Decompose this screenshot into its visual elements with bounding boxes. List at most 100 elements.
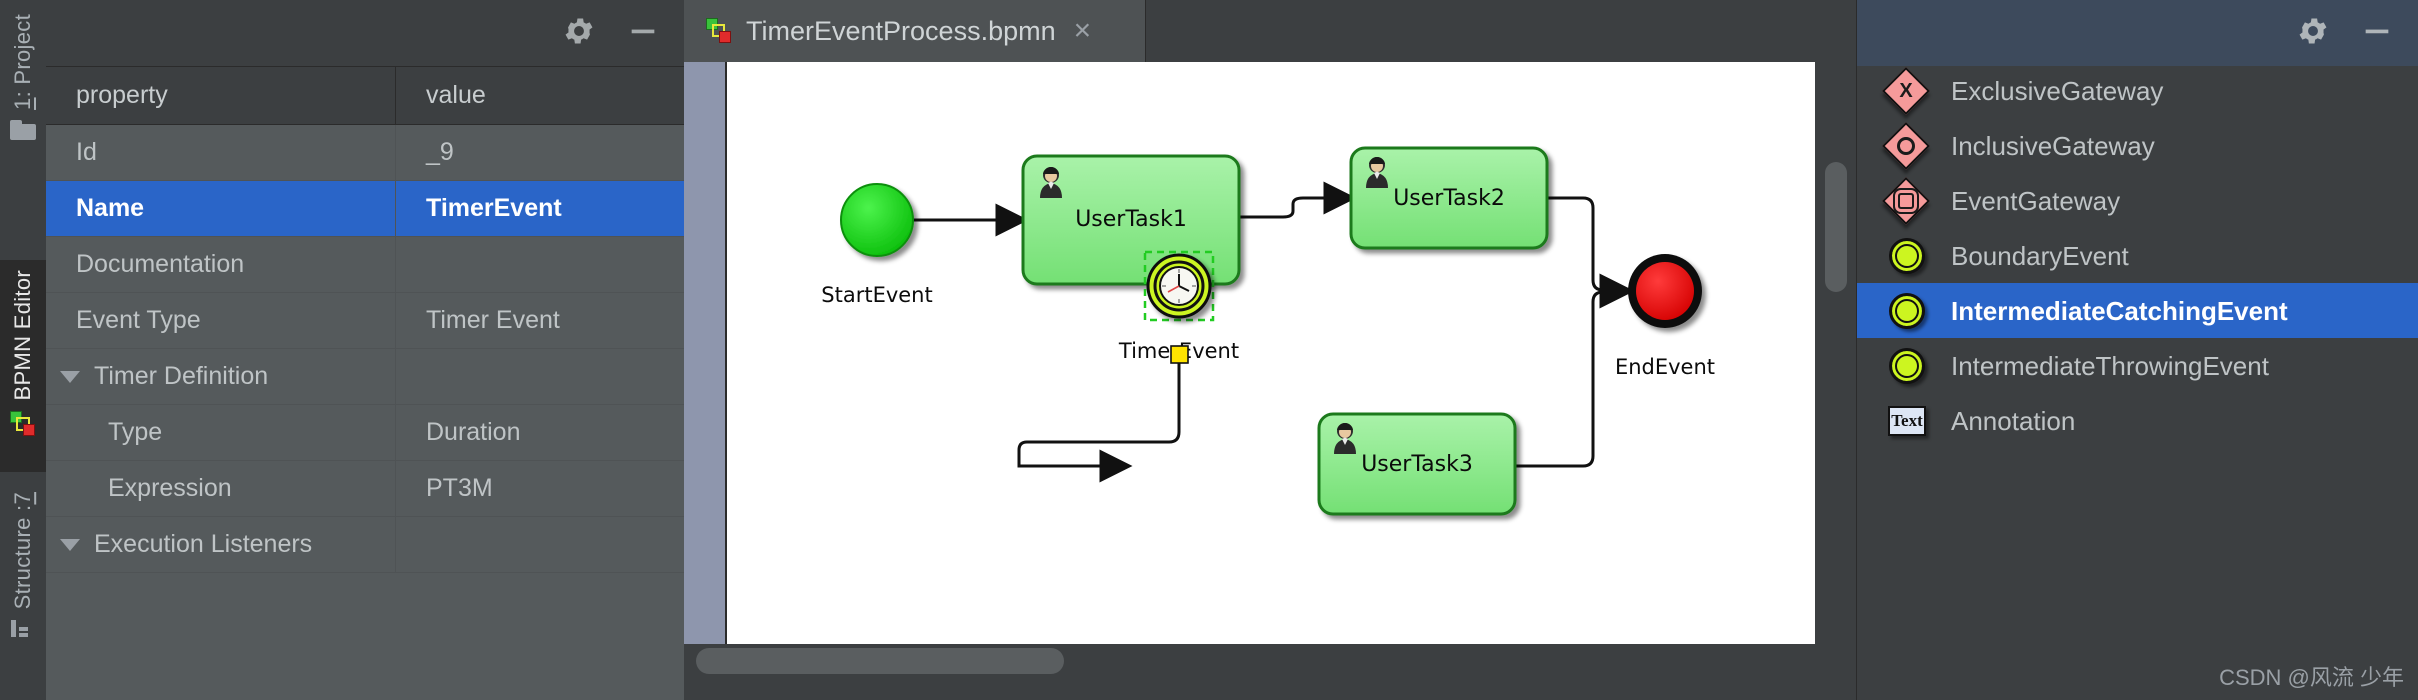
palette-item-eventgateway[interactable]: EventGateway [1857,173,2418,228]
property-value[interactable] [396,517,684,572]
bpmn-diagram-svg: StartEvent UserTask1 UserTask2 UserTask3… [821,146,1715,516]
editor-area: TimerEventProcess.bpmn × StartEvent User… [684,0,1856,700]
gateway-mark [1883,178,1929,224]
inclusive-gateway-icon [1881,121,1931,170]
minimize-icon[interactable] [2360,14,2394,53]
palette-item-inclusivegateway[interactable]: InclusiveGateway [1857,118,2418,173]
property-value[interactable]: PT3M [396,461,684,516]
gear-icon[interactable] [2296,14,2330,53]
column-header-property: property [46,67,396,124]
properties-panel-header [46,0,684,66]
diagram-node-end-event[interactable]: EndEvent [1615,254,1715,379]
property-value[interactable] [396,237,684,292]
gateway-mark [1883,123,1929,169]
property-name: Id [46,125,396,180]
property-name: Type [46,405,396,460]
palette-item-label: IntermediateCatchingEvent [1951,295,2288,326]
tool-window-project[interactable]: 1: Project [0,0,46,260]
column-header-value: value [426,81,486,109]
structure-text: Structure : [10,504,35,610]
canvas-horizontal-scrollbar[interactable] [684,644,1815,678]
property-name: Event Type [46,293,396,348]
table-row[interactable]: Event Type Timer Event [46,293,684,349]
palette-item-label: ExclusiveGateway [1951,75,2164,106]
node-label-usertask3: UserTask3 [1361,452,1473,477]
canvas-gutter [684,62,726,644]
intermediate-catching-event-icon [1883,288,1929,334]
table-row[interactable]: Execution Listeners [46,517,684,573]
diagram-node-usertask2[interactable]: UserTask2 [1349,146,1549,250]
properties-table: property value Id _9 Name TimerEvent Doc… [46,66,684,700]
exclusive-gateway-icon: X [1881,66,1931,115]
gear-icon[interactable] [562,14,596,53]
close-icon[interactable]: × [1074,16,1092,46]
table-row[interactable]: Name TimerEvent [46,181,684,237]
tool-window-structure[interactable]: Structure :7 [0,472,46,700]
bpmn-palette-panel: + ParallelGateway X ExclusiveGateway Inc… [1856,0,2418,700]
boundary-event-icon [1883,233,1929,279]
chevron-down-icon[interactable] [60,370,80,383]
event-gateway-icon [1881,176,1931,225]
node-label-end-event: EndEvent [1615,355,1715,379]
diagram-canvas-wrapper: StartEvent UserTask1 UserTask2 UserTask3… [684,62,1856,700]
property-value[interactable]: _9 [396,125,684,180]
table-row[interactable]: Id _9 [46,125,684,181]
palette-item-label: Annotation [1951,405,2076,436]
table-row[interactable]: Documentation [46,237,684,293]
property-name-group: Timer Definition [46,349,396,404]
diagram-node-start-event[interactable]: StartEvent [821,183,933,307]
property-value[interactable]: Timer Event [396,293,684,348]
annotation-text-glyph: Text [1888,405,1926,436]
project-number: 1 [10,97,35,110]
palette-header [1857,0,2418,66]
property-value[interactable]: Duration [396,405,684,460]
canvas-vertical-scroll-thumb[interactable] [1825,162,1847,292]
palette-item-label: EventGateway [1951,185,2121,216]
project-text: : Project [10,14,35,98]
property-name: Timer Definition [94,362,269,390]
palette-item-label: InclusiveGateway [1951,130,2155,161]
bpmn-file-icon [706,18,732,44]
property-value[interactable]: TimerEvent [396,181,684,236]
palette-item-list: + ParallelGateway X ExclusiveGateway Inc… [1857,66,2418,700]
chevron-down-icon[interactable] [60,538,80,551]
tab-label: TimerEventProcess.bpmn [746,15,1056,46]
canvas-vertical-scrollbar[interactable] [1815,62,1856,644]
properties-empty-area [46,573,684,700]
property-name: Expression [46,461,396,516]
property-name: Documentation [46,237,396,292]
bpmn-editor-label: BPMN Editor [10,270,35,401]
structure-number: 7 [10,492,35,505]
left-tool-strip: 1: Project BPMN Editor Structure :7 [0,0,46,700]
tool-window-bpmn-editor[interactable]: BPMN Editor [0,260,46,472]
properties-panel: property value Id _9 Name TimerEvent Doc… [46,0,684,700]
table-row[interactable]: Type Duration [46,405,684,461]
palette-item-annotation[interactable]: Text Annotation [1857,393,2418,448]
bpmn-diagram-canvas[interactable]: StartEvent UserTask1 UserTask2 UserTask3… [727,62,1815,644]
node-label-usertask1: UserTask1 [1075,207,1187,232]
palette-item-boundaryevent[interactable]: BoundaryEvent [1857,228,2418,283]
palette-item-intermediatecatchingevent[interactable]: IntermediateCatchingEvent [1857,283,2418,338]
minimize-icon[interactable] [626,14,660,53]
node-label-start-event: StartEvent [821,283,932,307]
gateway-mark: X [1899,79,1913,102]
bpmn-icon [9,410,37,438]
property-value[interactable] [396,349,684,404]
tab-timereventprocess[interactable]: TimerEventProcess.bpmn × [684,0,1146,62]
table-row[interactable]: Timer Definition [46,349,684,405]
structure-label: Structure :7 [10,492,36,609]
structure-icon [11,619,35,639]
palette-item-intermediatethrowingevent[interactable]: IntermediateThrowingEvent [1857,338,2418,393]
annotation-icon: Text [1883,398,1929,444]
intermediate-throwing-event-icon [1883,343,1929,389]
watermark: CSDN @风流 少年 [2219,665,2404,690]
table-row[interactable]: Expression PT3M [46,461,684,517]
property-name: Name [46,181,396,236]
project-label: 1: Project [10,14,36,110]
diagram-node-usertask1[interactable]: UserTask1 [1021,154,1241,286]
palette-item-exclusivegateway[interactable]: X ExclusiveGateway [1857,66,2418,118]
diagram-node-usertask3[interactable]: UserTask3 [1317,412,1517,516]
drag-handle[interactable] [1170,345,1189,364]
editor-tab-bar: TimerEventProcess.bpmn × [684,0,1856,62]
canvas-horizontal-scroll-thumb[interactable] [696,648,1064,674]
